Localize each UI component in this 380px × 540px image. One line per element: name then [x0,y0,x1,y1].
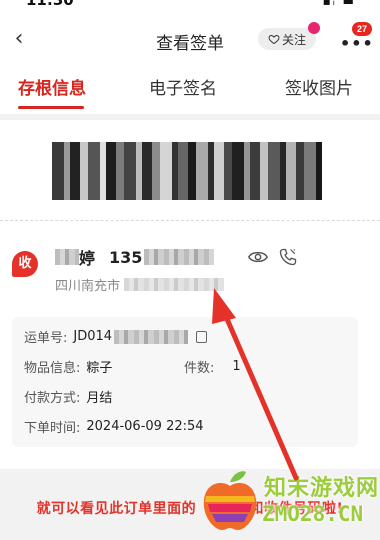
masked-waybill [114,329,189,344]
payment-row: 付款方式: 月结 [24,387,112,406]
status-time: 11:30 [26,0,74,9]
payment-label: 付款方式: [24,391,81,406]
order-details-box: 运单号: JD014 物品信息: 粽子 件数: 1 付款方式: 月结 下单时间:… [12,317,358,447]
masked-phone [144,249,215,265]
recipient-phone: 135 [109,247,143,267]
recipient-badge: 收 [12,251,38,277]
chevron-left-icon: ‹ [14,26,24,51]
tab-e-signature[interactable]: 电子签名 [149,74,217,99]
follow-button[interactable]: 关注 [258,22,320,50]
waybill-row: 运单号: JD014 [24,327,208,346]
order-time-row: 下单时间: 2024-06-09 22:54 [24,417,204,436]
status-indicators: ▪ᵢ ▬ [322,0,356,8]
masked-address [124,277,225,291]
recipient-name: 婷 [79,249,96,268]
recipient-card: 收 婷 135 四川南充市 运单号: JD014 物品信息: 粽子 件数: 1 [0,221,380,469]
heart-icon [268,34,280,45]
tab-stub-info[interactable]: 存根信息 [18,74,86,99]
barcode-card [0,120,380,221]
item-label: 物品信息: [24,361,81,376]
recipient-name-row: 婷 135 [55,246,215,268]
notification-badge: 27 [352,22,372,36]
item-value: 粽子 [86,361,113,376]
barcode-image [52,142,326,200]
recipient-address-row: 四川南充市 [55,275,225,294]
tab-bar: 存根信息 电子签名 签收图片 [0,62,380,114]
item-row: 物品信息: 粽子 [24,357,112,376]
eye-icon[interactable] [248,249,268,265]
follow-label: 关注 [281,32,306,47]
waybill-value: JD014 [73,329,113,344]
order-time-value: 2024-06-09 22:54 [86,419,204,434]
apple-logo-icon [203,471,257,530]
copy-icon[interactable] [196,330,208,343]
watermark-url: ZMO28.CN [262,502,364,526]
follow-badge [308,22,320,34]
payment-value: 月结 [86,391,113,406]
more-icon: ••• [340,34,374,53]
nav-bar: ‹ 查看签单 关注 ••• 27 [0,18,380,62]
phone-icon[interactable] [278,247,298,267]
count-value: 1 [232,359,241,374]
waybill-label: 运单号: [24,331,68,346]
watermark-title: 知末游戏网 [264,476,380,501]
active-tab-indicator [18,106,84,109]
count-row: 件数: 1 [184,357,241,376]
caption-text-before: 就可以看见此订单里面的 [36,501,197,517]
tab-receipt-photos[interactable]: 签收图片 [285,74,353,99]
more-button[interactable]: ••• 27 [336,22,373,54]
count-label: 件数: [184,361,215,376]
order-time-label: 下单时间: [24,421,81,436]
status-bar: 11:30 ▪ᵢ ▬ [0,0,380,18]
page-title: 查看签单 [156,34,224,54]
site-watermark: 知末游戏网 ZMO28.CN [200,462,380,540]
back-button[interactable]: ‹ [6,26,32,52]
masked-name [55,249,79,265]
recipient-address: 四川南充市 [55,278,121,294]
